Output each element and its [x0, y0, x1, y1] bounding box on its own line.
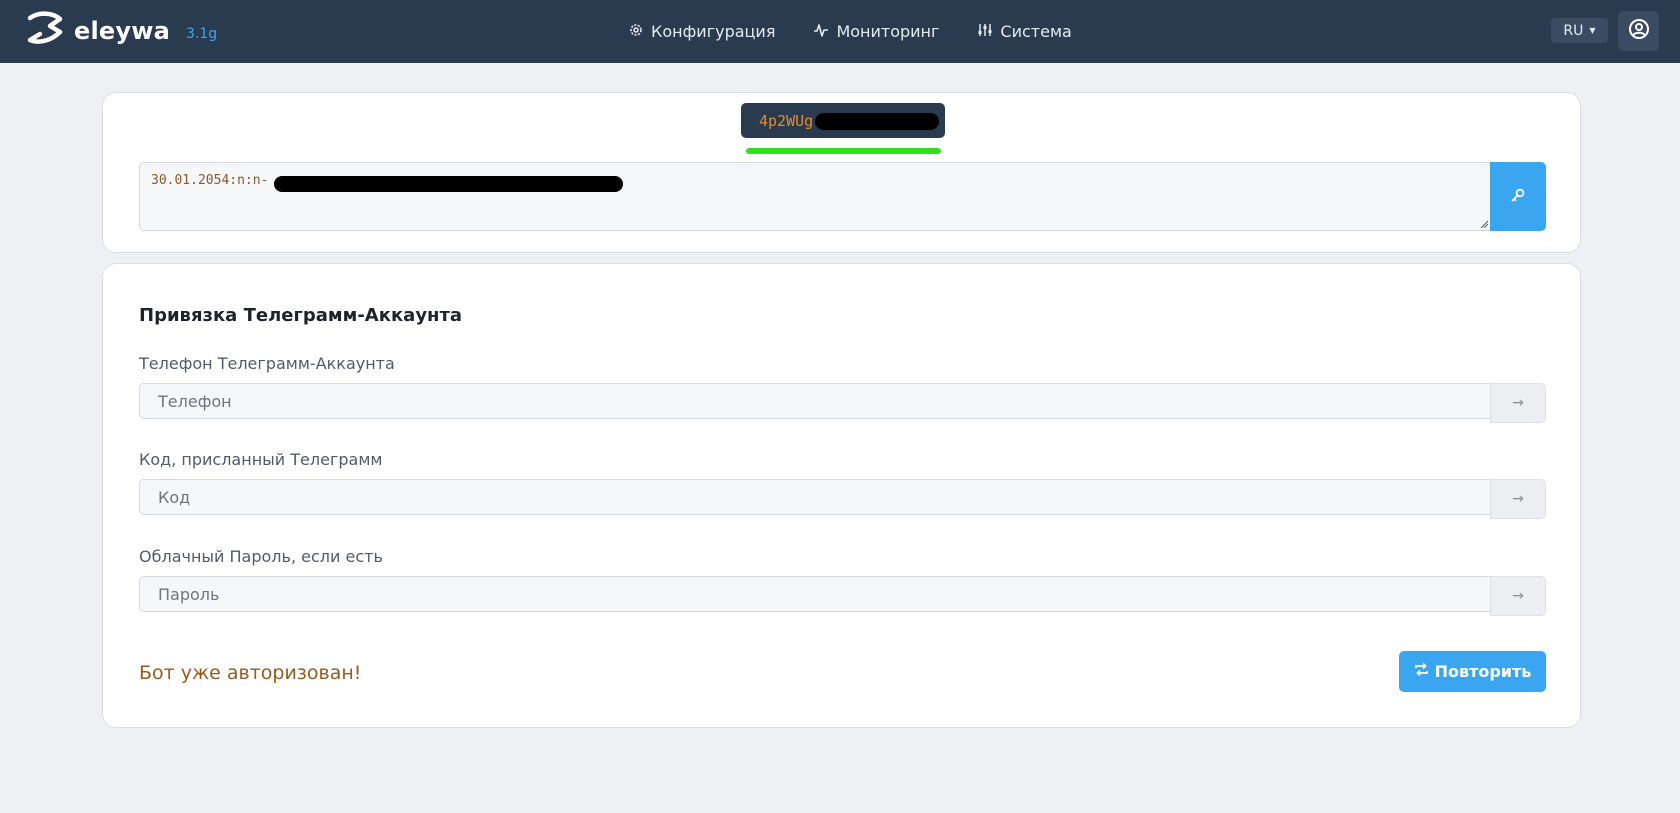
brand-name: eleywa — [74, 17, 170, 45]
main-nav: Конфигурация Мониторинг Система — [628, 0, 1110, 63]
password-submit-button[interactable]: → — [1490, 576, 1546, 616]
code-placeholder: Код — [158, 487, 191, 507]
caret-down-icon: ▼ — [1589, 26, 1596, 35]
redaction-bar — [815, 113, 939, 130]
logo-icon — [24, 10, 66, 52]
license-key-textarea[interactable]: 30.01.2054:n:n- — [139, 162, 1491, 231]
retry-button[interactable]: Повторить — [1399, 651, 1546, 692]
nav-item-label: Система — [1000, 22, 1072, 41]
nav-item-system[interactable]: Система — [977, 22, 1072, 42]
user-circle-icon — [1628, 18, 1650, 44]
sliders-icon — [977, 22, 1000, 42]
nav-item-monitoring[interactable]: Мониторинг — [813, 22, 939, 42]
language-dropdown[interactable]: RU ▼ — [1551, 18, 1608, 43]
gear-icon — [628, 22, 651, 42]
key-icon — [1510, 187, 1526, 207]
code-label: Код, присланный Телеграмм — [139, 450, 383, 469]
pulse-icon — [813, 22, 836, 42]
arrow-right-icon: → — [1512, 395, 1524, 411]
auth-status-text: Бот уже авторизован! — [139, 662, 362, 684]
brand[interactable]: eleywa 3.1g — [24, 10, 218, 52]
phone-submit-button[interactable]: → — [1490, 383, 1546, 423]
retry-label: Повторить — [1434, 662, 1532, 681]
nav-item-configuration[interactable]: Конфигурация — [628, 22, 775, 42]
code-input[interactable]: Код — [139, 479, 1491, 515]
telegram-binding-card: Привязка Телеграмм-Аккаунта Телефон Теле… — [102, 263, 1581, 728]
nav-item-label: Конфигурация — [651, 22, 776, 41]
phone-input[interactable]: Телефон — [139, 383, 1491, 419]
nav-item-label: Мониторинг — [836, 22, 940, 41]
phone-placeholder: Телефон — [158, 391, 232, 411]
code-submit-button[interactable]: → — [1490, 479, 1546, 519]
phone-label: Телефон Телеграмм-Аккаунта — [139, 354, 395, 373]
arrow-right-icon: → — [1512, 491, 1524, 507]
token-card: 4p2WUg 30.01.2054:n:n- — [102, 92, 1581, 253]
section-title: Привязка Телеграмм-Аккаунта — [139, 305, 463, 326]
password-input[interactable]: Пароль — [139, 576, 1491, 612]
repeat-icon — [1414, 662, 1435, 681]
password-placeholder: Пароль — [158, 584, 220, 604]
token-progress-bar — [746, 148, 941, 154]
language-value: RU — [1563, 22, 1584, 39]
apply-key-button[interactable] — [1490, 162, 1546, 231]
license-key-text: 30.01.2054:n:n- — [151, 173, 269, 188]
token-badge[interactable]: 4p2WUg — [741, 103, 945, 138]
password-label: Облачный Пароль, если есть — [139, 547, 383, 566]
arrow-right-icon: → — [1512, 588, 1524, 604]
top-bar: eleywa 3.1g Конфигурация Мониторинг Сист… — [0, 0, 1680, 63]
redaction-bar — [274, 176, 623, 192]
version-label: 3.1g — [186, 26, 218, 42]
resize-grip-icon[interactable] — [1480, 220, 1488, 228]
token-prefix: 4p2WUg — [759, 111, 814, 130]
user-menu-button[interactable] — [1618, 11, 1659, 51]
